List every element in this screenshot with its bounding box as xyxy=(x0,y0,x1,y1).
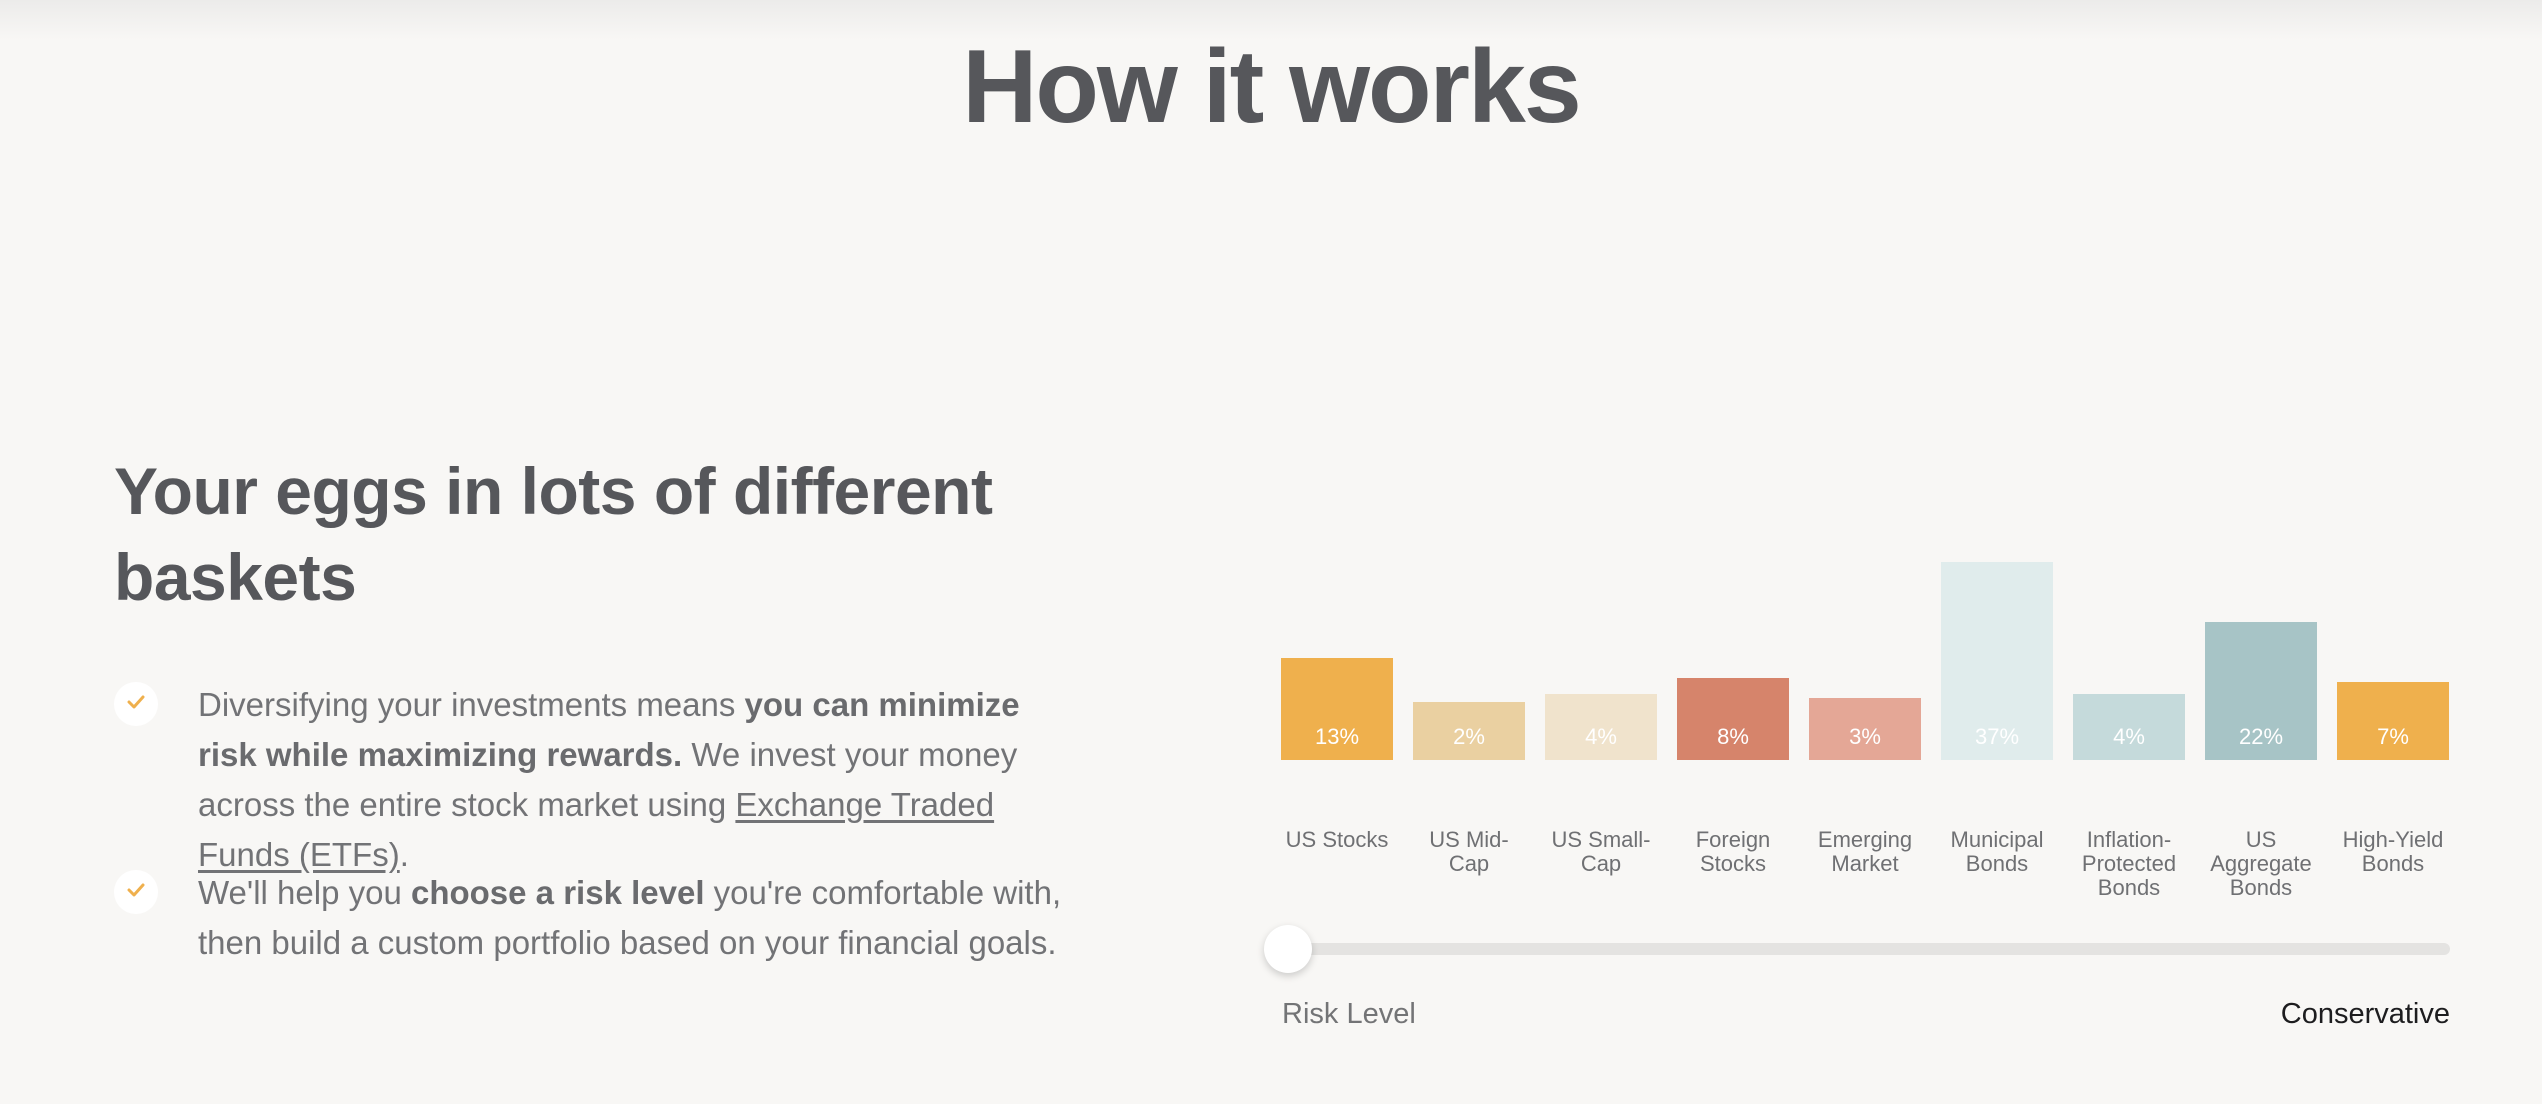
category-label-line: US xyxy=(2245,827,2277,852)
check-icon xyxy=(114,870,158,914)
check-icon xyxy=(114,682,158,726)
category-label-line: Market xyxy=(1831,851,1899,876)
bar-value-label: 8% xyxy=(1717,724,1749,749)
bar-value-label: 3% xyxy=(1849,724,1881,749)
category-label-line: Foreign xyxy=(1695,827,1771,852)
category-label: Municipal Bonds xyxy=(1931,828,2063,876)
bar-us-small-cap: 4% xyxy=(1545,694,1657,760)
risk-level-label: Risk Level xyxy=(1282,998,1416,1030)
category-label: Foreign Stocks xyxy=(1667,828,1799,876)
category-label-line: US Small- xyxy=(1551,827,1651,852)
category-label-line: Bonds xyxy=(2229,875,2293,900)
category-label-line: High-Yield xyxy=(2342,827,2444,852)
bar-us-aggregate-bonds: 22% xyxy=(2205,622,2317,760)
bar-foreign-stocks: 8% xyxy=(1677,678,1789,760)
category-label-line: Protected xyxy=(2081,851,2177,876)
bar-value-label: 2% xyxy=(1453,724,1485,749)
bullet-text: Diversifying your investments means you … xyxy=(198,686,1020,873)
section-heading: Your eggs in lots of different baskets xyxy=(114,454,993,614)
bar-value-label: 37% xyxy=(1974,724,2020,749)
category-label-line: Bonds xyxy=(2361,851,2425,876)
bullet-emphasis: choose a risk level xyxy=(410,874,705,911)
bar-us-stocks: 13% xyxy=(1281,658,1393,760)
bullet-text: We'll help you choose a risk level you'r… xyxy=(198,874,1062,961)
allocation-bar-chart: 13% US Stocks 2% US Mid- Cap 4% US Small- Cap 8%… xyxy=(1281,560,2451,920)
bar-value-label: 4% xyxy=(2113,724,2145,749)
category-label-line: Cap xyxy=(1448,851,1490,876)
category-label: US Aggregate Bonds xyxy=(2195,828,2327,900)
bar-value-label: 13% xyxy=(1314,724,1360,749)
page-title: How it works xyxy=(962,29,1581,145)
category-label: US Stocks xyxy=(1271,828,1403,852)
risk-slider-track[interactable] xyxy=(1284,943,2450,955)
bar-inflation-protected-bonds: 4% xyxy=(2073,694,2185,760)
category-label-line: US Mid- xyxy=(1429,827,1509,852)
bar-us-mid-cap: 2% xyxy=(1413,702,1525,760)
bar-high-yield-bonds: 7% xyxy=(2337,682,2449,760)
category-label: US Mid- Cap xyxy=(1403,828,1535,876)
bar-value-label: 4% xyxy=(1585,724,1617,749)
bar-municipal-bonds: 37% xyxy=(1941,562,2053,760)
category-label: Inflation- Protected Bonds xyxy=(2063,828,2195,900)
category-label-line: Inflation- xyxy=(2086,827,2172,852)
bar-value-label: 7% xyxy=(2377,724,2409,749)
category-label-line: Emerging xyxy=(1817,827,1913,852)
category-label-line: Aggregate xyxy=(2210,851,2312,876)
category-label-line: Stocks xyxy=(1699,851,1767,876)
category-label: High-Yield Bonds xyxy=(2327,828,2459,876)
category-label-line: Bonds xyxy=(1965,851,2029,876)
category-label: US Small- Cap xyxy=(1535,828,1667,876)
risk-level-value: Conservative xyxy=(2280,998,2450,1030)
bar-emerging-market: 3% xyxy=(1809,698,1921,760)
risk-slider-thumb[interactable] xyxy=(1264,925,1312,973)
category-label-line: Municipal xyxy=(1950,827,2044,852)
bar-value-label: 22% xyxy=(2238,724,2284,749)
category-label-line: US Stocks xyxy=(1285,827,1389,852)
category-label-line: Cap xyxy=(1580,851,1622,876)
category-label-line: Bonds xyxy=(2097,875,2161,900)
category-label: Emerging Market xyxy=(1799,828,1931,876)
